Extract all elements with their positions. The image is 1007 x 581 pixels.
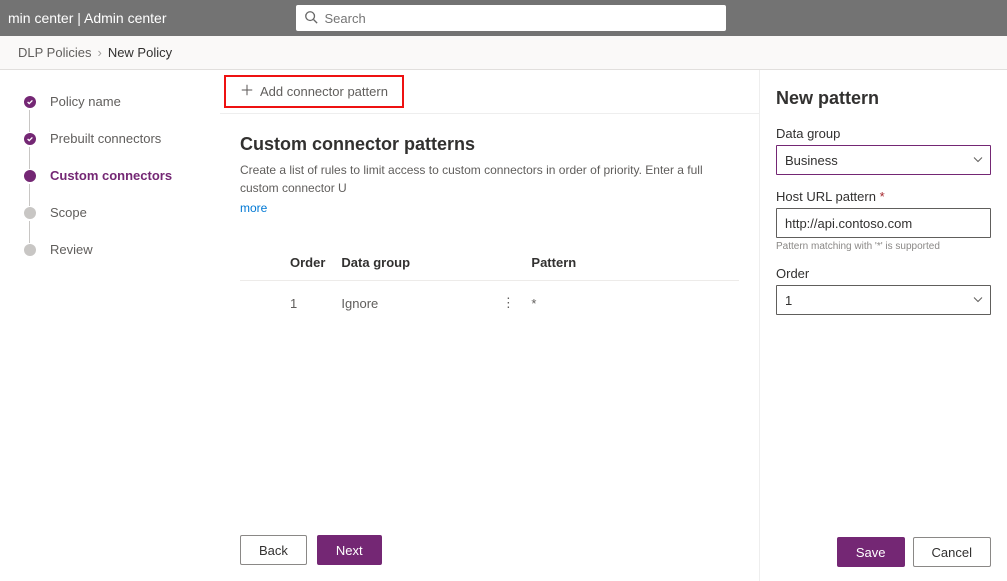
breadcrumb-root[interactable]: DLP Policies: [18, 45, 91, 60]
col-header-data-group: Data group: [333, 245, 493, 281]
step-label: Custom connectors: [50, 168, 172, 183]
cell-data-group: Ignore: [333, 281, 493, 326]
section-desc-text: Create a list of rules to limit access t…: [240, 163, 703, 195]
step-label: Policy name: [50, 94, 121, 109]
wizard-stepper: Policy name Prebuilt connectors Custom con…: [0, 70, 220, 581]
step-label: Prebuilt connectors: [50, 131, 161, 146]
col-header-pattern: Pattern: [523, 245, 739, 281]
host-url-hint: Pattern matching with '*' is supported: [776, 241, 991, 252]
table-row[interactable]: 1Ignore ⋮ *: [240, 281, 739, 326]
step-policy-name[interactable]: Policy name: [24, 94, 220, 109]
section-title: Custom connector patterns: [240, 134, 739, 155]
order-label: Order: [776, 266, 991, 281]
col-header-order: Order: [240, 245, 333, 281]
section-description: Create a list of rules to limit access t…: [240, 161, 739, 217]
check-icon: [24, 96, 36, 108]
add-button-label: Add connector pattern: [260, 84, 388, 99]
step-custom-connectors[interactable]: Custom connectors: [24, 168, 220, 183]
next-button[interactable]: Next: [317, 535, 382, 565]
command-bar: Add connector pattern: [220, 70, 759, 114]
step-dot-icon: [24, 170, 36, 182]
plus-icon: [240, 83, 260, 100]
step-prebuilt-connectors[interactable]: Prebuilt connectors: [24, 131, 220, 146]
app-title: min center | Admin center: [8, 10, 166, 26]
step-review[interactable]: Review: [24, 242, 220, 257]
data-group-label: Data group: [776, 126, 991, 141]
back-button[interactable]: Back: [240, 535, 307, 565]
wizard-footer: Back Next: [240, 535, 382, 565]
more-link[interactable]: more: [240, 199, 739, 217]
cancel-button[interactable]: Cancel: [913, 537, 991, 567]
cell-order: 1: [240, 281, 333, 326]
step-dot-icon: [24, 207, 36, 219]
host-url-input[interactable]: [776, 208, 991, 238]
data-group-select[interactable]: [776, 145, 991, 175]
order-select[interactable]: [776, 285, 991, 315]
row-menu-icon[interactable]: ⋮: [502, 295, 515, 310]
step-label: Scope: [50, 205, 87, 220]
search-box[interactable]: [296, 5, 726, 31]
step-label: Review: [50, 242, 93, 257]
breadcrumb-separator: ›: [97, 45, 101, 60]
close-panel-button[interactable]: [975, 90, 991, 106]
cell-pattern: *: [523, 281, 739, 326]
step-scope[interactable]: Scope: [24, 205, 220, 220]
host-url-label-text: Host URL pattern: [776, 189, 876, 204]
new-pattern-panel: New pattern Data group Host URL pattern …: [759, 70, 1007, 581]
topbar: min center | Admin center: [0, 0, 1007, 36]
step-dot-icon: [24, 244, 36, 256]
save-button[interactable]: Save: [837, 537, 905, 567]
check-icon: [24, 133, 36, 145]
highlight-annotation: Add connector pattern: [224, 75, 404, 108]
search-input[interactable]: [324, 11, 718, 26]
breadcrumb: DLP Policies › New Policy: [0, 36, 1007, 70]
main-content: Add connector pattern Custom connector p…: [220, 70, 759, 581]
host-url-label: Host URL pattern *: [776, 189, 991, 204]
add-connector-pattern-button[interactable]: Add connector pattern: [232, 79, 396, 104]
breadcrumb-current: New Policy: [108, 45, 172, 60]
panel-title: New pattern: [776, 88, 879, 109]
patterns-table: Order Data group Pattern 1Ignore ⋮ *: [240, 245, 739, 325]
search-icon: [304, 10, 324, 27]
required-asterisk: *: [880, 189, 885, 204]
